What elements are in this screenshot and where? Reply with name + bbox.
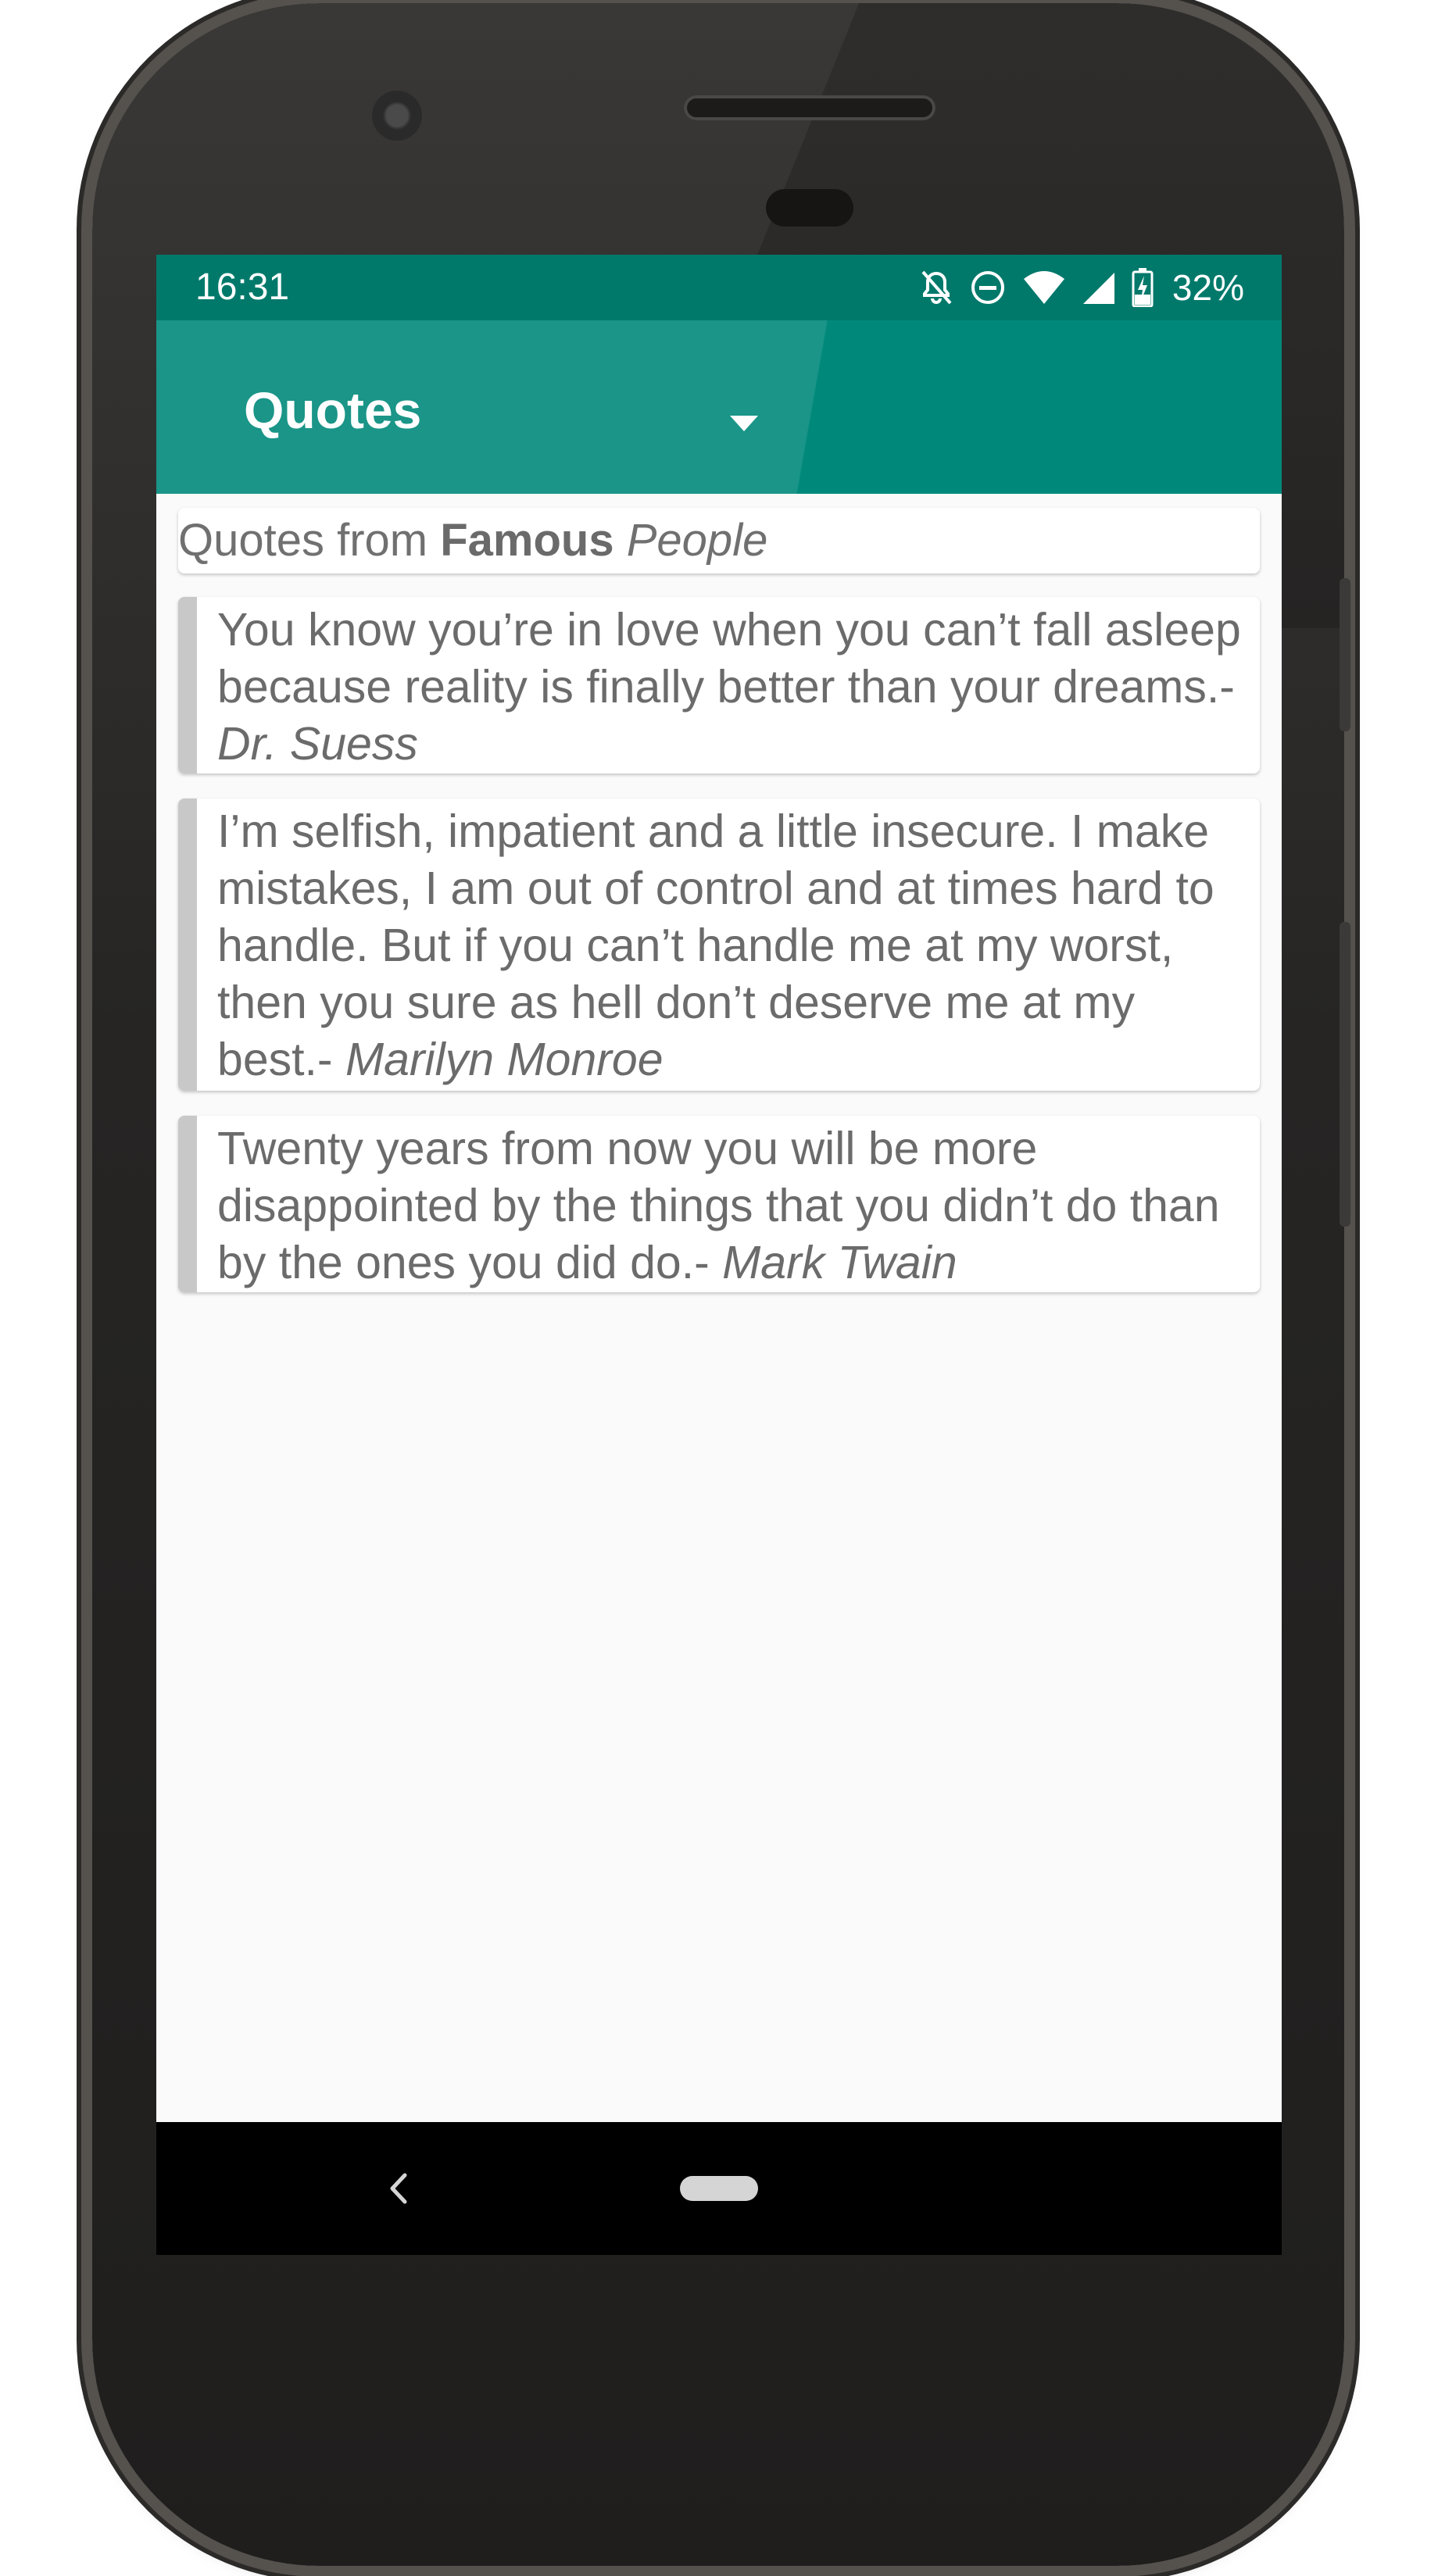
- battery-percentage: 32%: [1172, 267, 1244, 308]
- quote-author: Dr. Suess: [217, 718, 418, 770]
- quote-body: You know you’re in love when you can’t f…: [217, 604, 1241, 713]
- header-italic: People: [626, 515, 768, 566]
- category-spinner[interactable]: Quotes: [244, 367, 775, 453]
- back-chevron-icon[interactable]: [383, 2169, 414, 2208]
- quote-card-3[interactable]: Twenty years from now you will be more d…: [178, 1116, 1260, 1292]
- quote-author: Marilyn Monroe: [345, 1034, 664, 1085]
- quote-accent-bar: [178, 597, 197, 774]
- quote-text: Twenty years from now you will be more d…: [217, 1120, 1260, 1292]
- status-time: 16:31: [195, 266, 290, 308]
- notifications-off-icon: [921, 270, 952, 305]
- header-prefix: Quotes from: [178, 515, 441, 566]
- status-bar: 16:31 32%: [156, 255, 1282, 320]
- cell-signal-icon: [1082, 273, 1114, 304]
- wifi-icon: [1023, 271, 1064, 304]
- dropdown-arrow-icon[interactable]: [728, 414, 760, 433]
- quote-card-1[interactable]: You know you’re in love when you can’t f…: [178, 597, 1260, 774]
- spinner-label: Quotes: [244, 381, 422, 439]
- quote-author: Mark Twain: [722, 1237, 957, 1288]
- quote-body: Twenty years from now you will be more d…: [217, 1123, 1220, 1288]
- app-screen: 16:31 32% Quotes Quotes from Famous Peop…: [156, 255, 1282, 2255]
- battery-charging-icon: [1132, 268, 1154, 307]
- proximity-sensor: [766, 189, 853, 227]
- app-toolbar: Quotes: [156, 320, 1282, 494]
- do-not-disturb-icon: [971, 271, 1004, 304]
- list-header: Quotes from Famous People: [178, 508, 1260, 573]
- volume-button: [1340, 922, 1350, 1227]
- status-icons: 32%: [919, 267, 1244, 308]
- header-space: [614, 515, 627, 566]
- quote-card-2[interactable]: I’m selfish, impatient and a little inse…: [178, 799, 1260, 1091]
- quote-accent-bar: [178, 1116, 197, 1292]
- power-button: [1340, 578, 1350, 731]
- home-pill-icon[interactable]: [680, 2176, 758, 2201]
- front-camera: [372, 91, 422, 141]
- earpiece-speaker: [684, 95, 935, 120]
- navigation-bar: [156, 2122, 1282, 2255]
- header-bold: Famous: [440, 515, 614, 566]
- quote-text: I’m selfish, impatient and a little inse…: [217, 803, 1260, 1088]
- quote-accent-bar: [178, 799, 197, 1091]
- quote-text: You know you’re in love when you can’t f…: [217, 602, 1260, 773]
